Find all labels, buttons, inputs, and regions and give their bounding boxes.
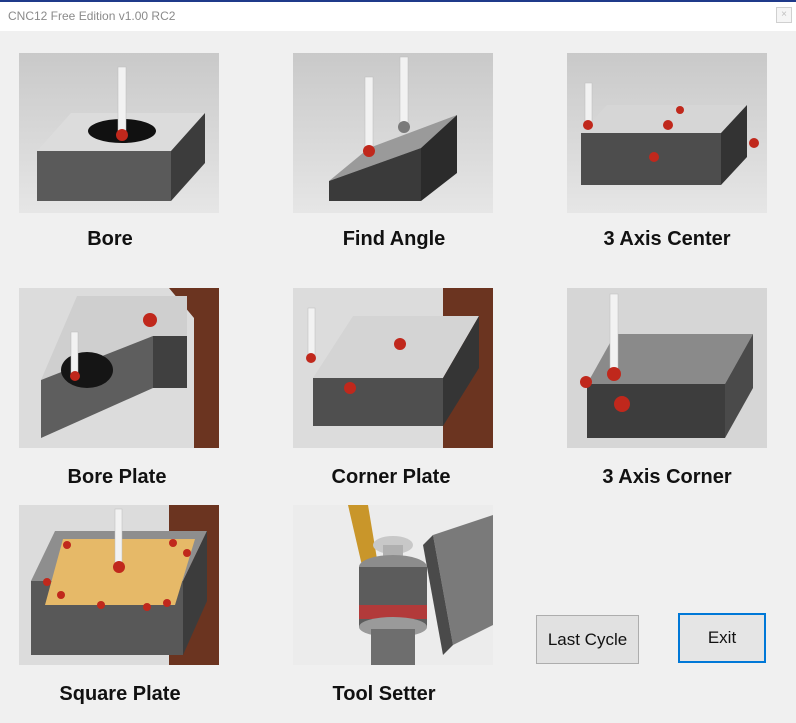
three-axis-corner-label[interactable]: 3 Axis Corner xyxy=(557,466,777,489)
three-axis-center-label[interactable]: 3 Axis Center xyxy=(557,228,777,251)
corner-plate-tile[interactable] xyxy=(293,288,493,448)
square-plate-tile[interactable] xyxy=(19,505,219,665)
window-title: CNC12 Free Edition v1.00 RC2 xyxy=(8,9,176,23)
tool-setter-tile[interactable] xyxy=(293,505,493,665)
bore-tile[interactable] xyxy=(19,53,219,213)
last-cycle-button[interactable]: Last Cycle xyxy=(536,615,639,664)
corner-plate-icon xyxy=(293,288,493,448)
title-bar-accent xyxy=(0,0,796,2)
tool-setter-icon xyxy=(293,505,493,665)
tool-setter-label[interactable]: Tool Setter xyxy=(274,683,494,706)
bore-plate-label[interactable]: Bore Plate xyxy=(7,466,227,489)
three-axis-center-tile[interactable] xyxy=(567,53,767,213)
find-angle-tile[interactable] xyxy=(293,53,493,213)
find-angle-label[interactable]: Find Angle xyxy=(284,228,504,251)
square-plate-icon xyxy=(19,505,219,665)
three-axis-center-icon xyxy=(567,53,767,213)
bore-plate-tile[interactable] xyxy=(19,288,219,448)
corner-plate-label[interactable]: Corner Plate xyxy=(281,466,501,489)
bore-icon xyxy=(19,53,219,213)
find-angle-icon xyxy=(293,53,493,213)
bore-plate-icon xyxy=(19,288,219,448)
exit-button[interactable]: Exit xyxy=(678,613,766,663)
three-axis-corner-tile[interactable] xyxy=(567,288,767,448)
close-icon[interactable]: × xyxy=(776,7,792,23)
square-plate-label[interactable]: Square Plate xyxy=(10,683,230,706)
three-axis-corner-icon xyxy=(567,288,767,448)
bore-label[interactable]: Bore xyxy=(0,228,220,251)
title-bar: CNC12 Free Edition v1.00 RC2 × xyxy=(0,0,796,31)
